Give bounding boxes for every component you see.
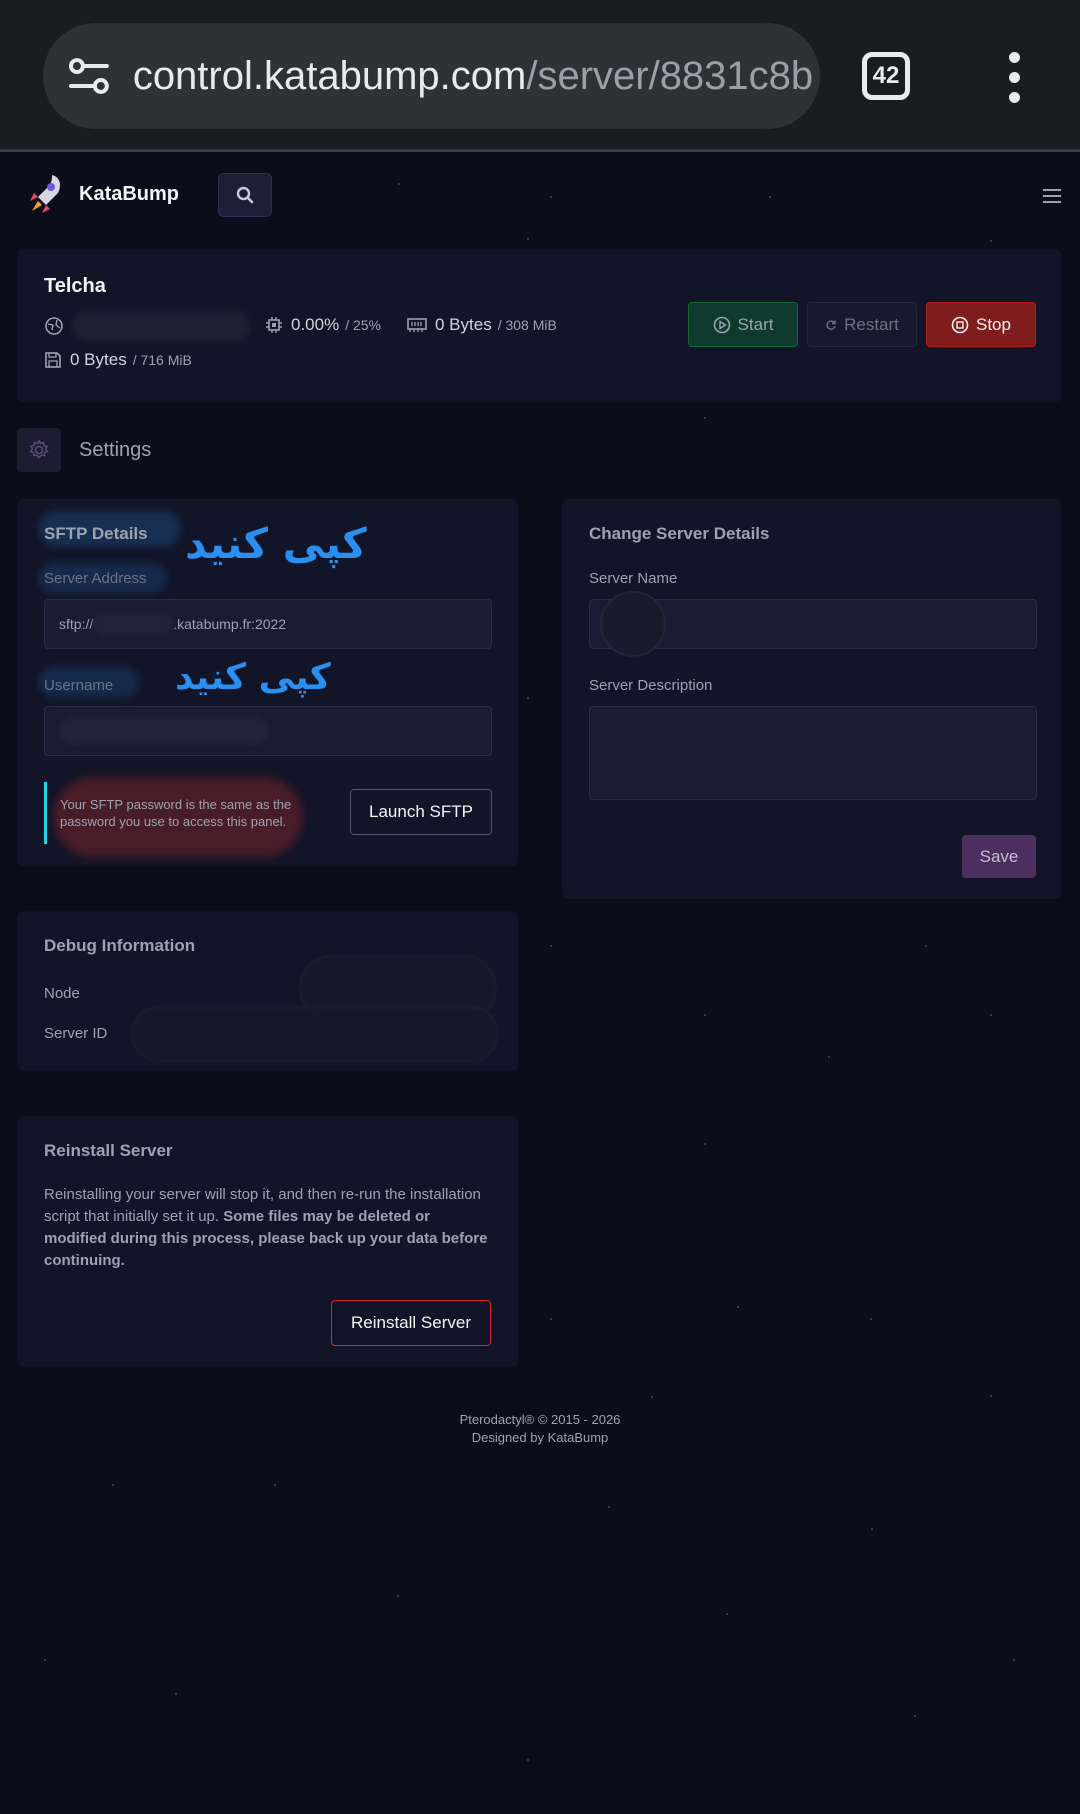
server-summary-card: Telcha 0.00% / 25% 0 Bytes / 308 MiB 0 B… <box>17 249 1061 402</box>
memory-value: 0 Bytes <box>435 315 492 334</box>
memory-stat: 0 Bytes / 308 MiB <box>407 315 557 335</box>
reinstall-title: Reinstall Server <box>44 1141 173 1160</box>
cpu-icon <box>266 317 282 333</box>
save-button[interactable]: Save <box>962 835 1036 878</box>
launch-sftp-button[interactable]: Launch SFTP <box>350 789 492 835</box>
restart-button[interactable]: Restart <box>807 302 917 347</box>
tab-switcher-button[interactable]: 42 <box>862 52 910 100</box>
disk-value: 0 Bytes <box>70 350 127 369</box>
settings-title: Settings <box>79 438 152 461</box>
search-button[interactable] <box>218 173 272 217</box>
address-suffix: .katabump.fr:2022 <box>173 616 287 632</box>
restart-icon <box>826 319 836 330</box>
server-address-label: Server Address <box>44 570 147 587</box>
url-host: control.katabump.com <box>132 53 527 98</box>
debug-information-card: Debug Information Node Server ID <box>17 911 518 1071</box>
memory-limit: / 308 MiB <box>497 317 557 333</box>
copy-annotation: کپی کنید <box>185 519 367 568</box>
footer: Pterodactyl® © 2015 - 2026 Designed by K… <box>0 1411 1080 1447</box>
username-label: Username <box>44 677 114 694</box>
redacted-server-id <box>131 1006 499 1062</box>
url-path: /server/8831c8b <box>526 53 814 98</box>
sftp-details-card: SFTP Details کپی کنید Server Address sft… <box>17 499 518 866</box>
footer-designer[interactable]: Designed by KataBump <box>0 1429 1080 1447</box>
reinstall-server-button[interactable]: Reinstall Server <box>331 1300 491 1346</box>
stop-label: Stop <box>976 314 1011 334</box>
ip-icon <box>45 317 63 335</box>
node-label: Node <box>44 985 80 1002</box>
memory-icon <box>407 318 427 332</box>
redacted-server-name <box>600 591 666 657</box>
username-field[interactable] <box>44 706 492 756</box>
server-id-label: Server ID <box>44 1025 108 1042</box>
server-name: Telcha <box>44 275 106 297</box>
server-name-input[interactable] <box>589 591 1037 657</box>
sftp-password-note: Your SFTP password is the same as the pa… <box>60 797 292 829</box>
redacted-ip <box>72 311 250 341</box>
reinstall-server-card: Reinstall Server Reinstalling your serve… <box>17 1116 518 1367</box>
gear-icon <box>29 439 49 459</box>
cpu-stat: 0.00% / 25% <box>265 315 381 335</box>
play-icon <box>713 316 730 333</box>
server-address-field[interactable]: sftp:// .katabump.fr:2022 <box>44 599 492 649</box>
settings-icon-box <box>17 428 61 472</box>
site-settings-icon[interactable] <box>67 54 111 98</box>
server-description-input[interactable] <box>589 706 1037 800</box>
server-description-label: Server Description <box>589 677 713 694</box>
app-navbar: KataBump <box>0 155 1080 235</box>
reinstall-description: Reinstalling your server will stop it, a… <box>44 1184 494 1272</box>
settings-header: Settings <box>17 428 151 472</box>
search-icon <box>236 186 254 204</box>
address-bar[interactable]: control.katabump.com/server/8831c8b <box>43 23 820 129</box>
disk-icon <box>45 352 61 368</box>
stop-icon <box>951 316 969 333</box>
copy-annotation: کپی کنید <box>175 657 331 698</box>
start-label: Start <box>737 314 774 334</box>
browser-menu-icon[interactable] <box>1000 52 1028 104</box>
cpu-limit: / 25% <box>345 317 382 333</box>
browser-toolbar: control.katabump.com/server/8831c8b 42 <box>0 0 1080 152</box>
rocket-logo[interactable] <box>24 171 66 217</box>
debug-title: Debug Information <box>44 936 196 955</box>
brand-name[interactable]: KataBump <box>79 183 179 206</box>
start-button[interactable]: Start <box>688 302 798 347</box>
server-name-label: Server Name <box>589 570 678 587</box>
cpu-value: 0.00% <box>291 315 340 334</box>
url-text[interactable]: control.katabump.com/server/8831c8b <box>133 54 820 99</box>
disk-stat: 0 Bytes / 716 MiB <box>44 350 192 370</box>
change-server-details-card: Change Server Details Server Name Server… <box>562 499 1061 899</box>
change-details-title: Change Server Details <box>589 524 770 543</box>
info-accent-bar <box>44 782 47 844</box>
redacted-host <box>93 613 174 635</box>
sftp-title: SFTP Details <box>44 524 148 543</box>
footer-copyright[interactable]: Pterodactyl® © 2015 - 2026 <box>0 1411 1080 1429</box>
menu-icon[interactable] <box>1043 189 1061 203</box>
restart-label: Restart <box>844 314 899 334</box>
redacted-username <box>59 717 269 745</box>
disk-limit: / 716 MiB <box>132 352 192 368</box>
address-prefix: sftp:// <box>59 616 94 632</box>
stop-button[interactable]: Stop <box>926 302 1036 347</box>
